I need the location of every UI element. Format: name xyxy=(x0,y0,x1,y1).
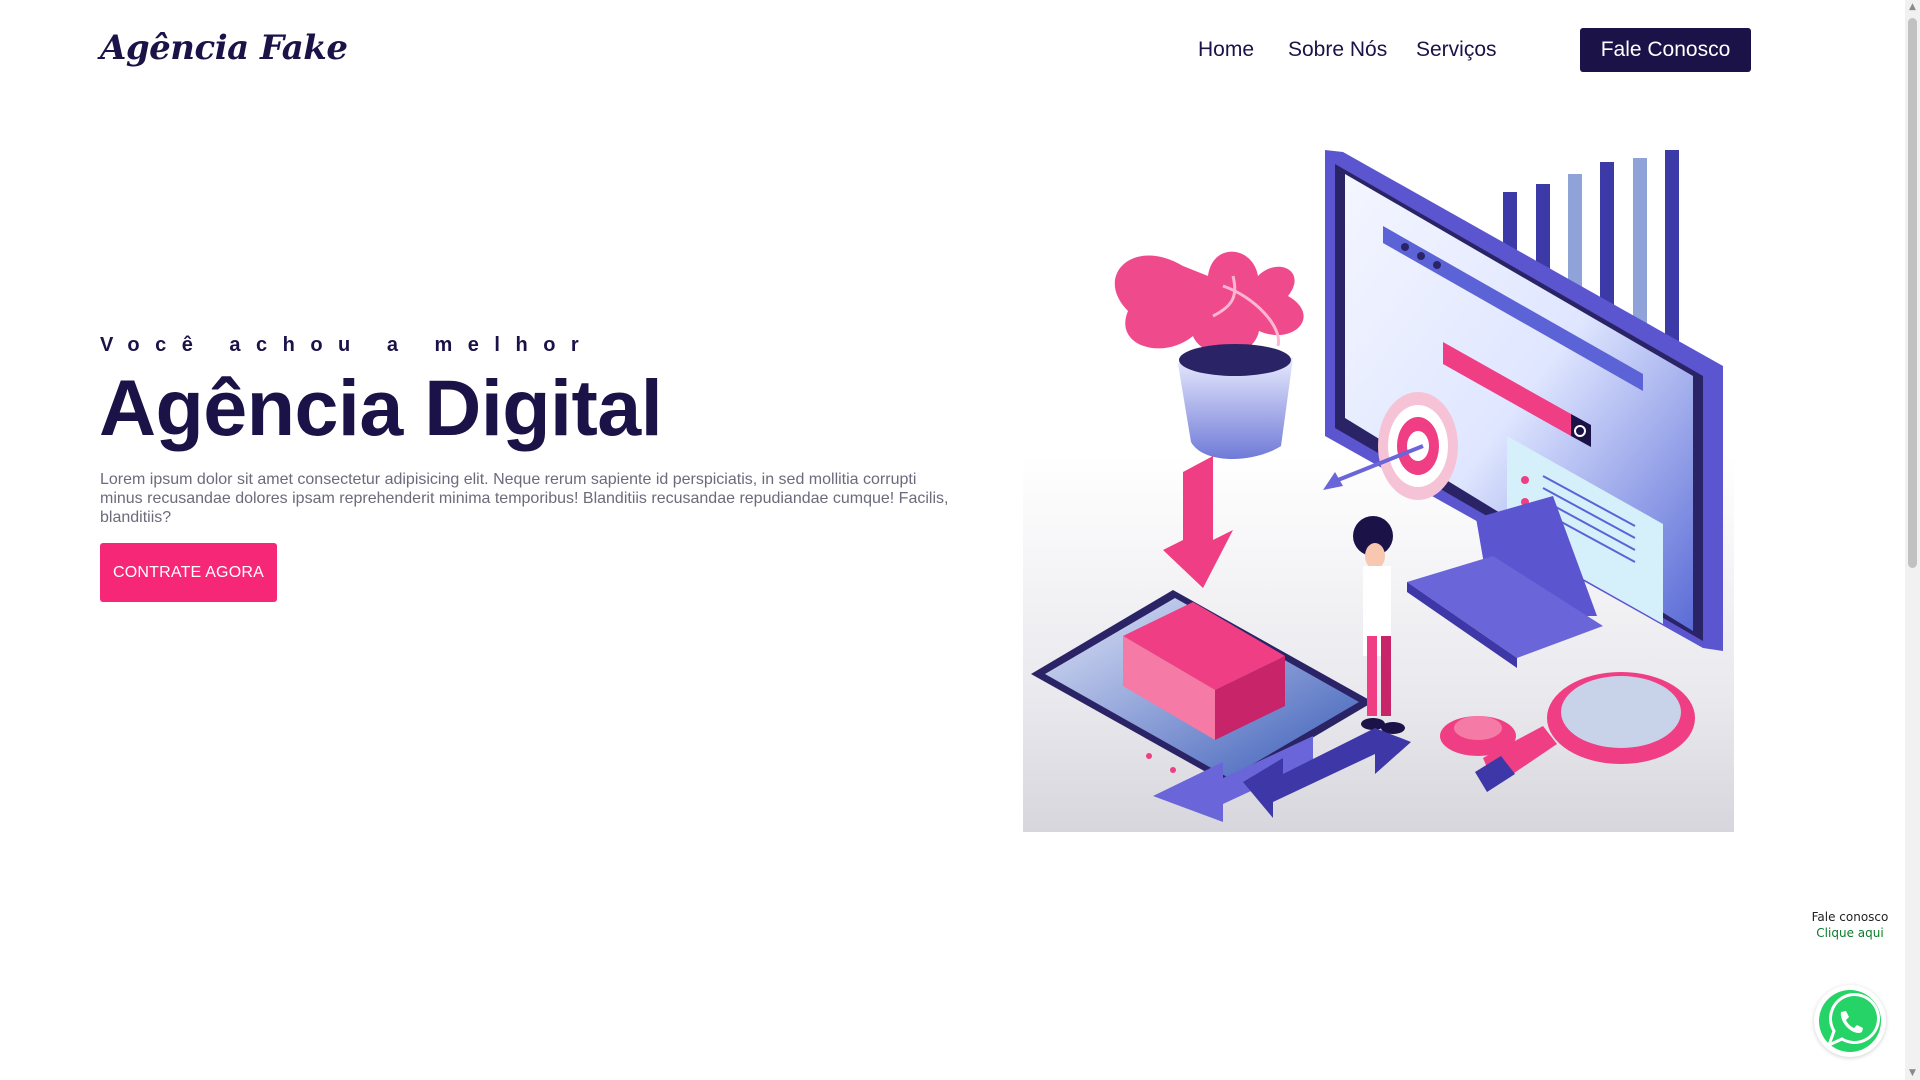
hero-title: Agência Digital xyxy=(99,363,663,452)
nav-servicos[interactable]: Serviços xyxy=(1416,38,1497,62)
scrollbar-thumb[interactable] xyxy=(1908,18,1917,568)
site-logo[interactable]: Agência Fake xyxy=(100,28,348,68)
nav-sobre-nos[interactable]: Sobre Nós xyxy=(1288,38,1387,62)
scroll-up-icon[interactable]: ▲ xyxy=(1907,2,1918,12)
whatsapp-button[interactable] xyxy=(1814,985,1886,1057)
whatsapp-subtitle[interactable]: Clique aqui xyxy=(1790,926,1910,940)
scroll-down-icon[interactable]: ▼ xyxy=(1907,1068,1918,1078)
whatsapp-icon xyxy=(1819,990,1881,1052)
hero-description: Lorem ipsum dolor sit amet consectetur a… xyxy=(100,471,949,526)
hero-illustration xyxy=(1023,146,1734,832)
whatsapp-title: Fale conosco xyxy=(1811,910,1889,924)
hero-eyebrow: Você achou a melhor xyxy=(100,334,595,356)
fale-conosco-button[interactable]: Fale Conosco xyxy=(1580,28,1751,72)
whatsapp-label[interactable]: Fale conosco Clique aqui xyxy=(1790,910,1910,940)
contrate-agora-button[interactable]: CONTRATE AGORA xyxy=(100,543,277,602)
nav-home[interactable]: Home xyxy=(1198,38,1254,62)
digital-agency-illustration xyxy=(1031,150,1723,822)
